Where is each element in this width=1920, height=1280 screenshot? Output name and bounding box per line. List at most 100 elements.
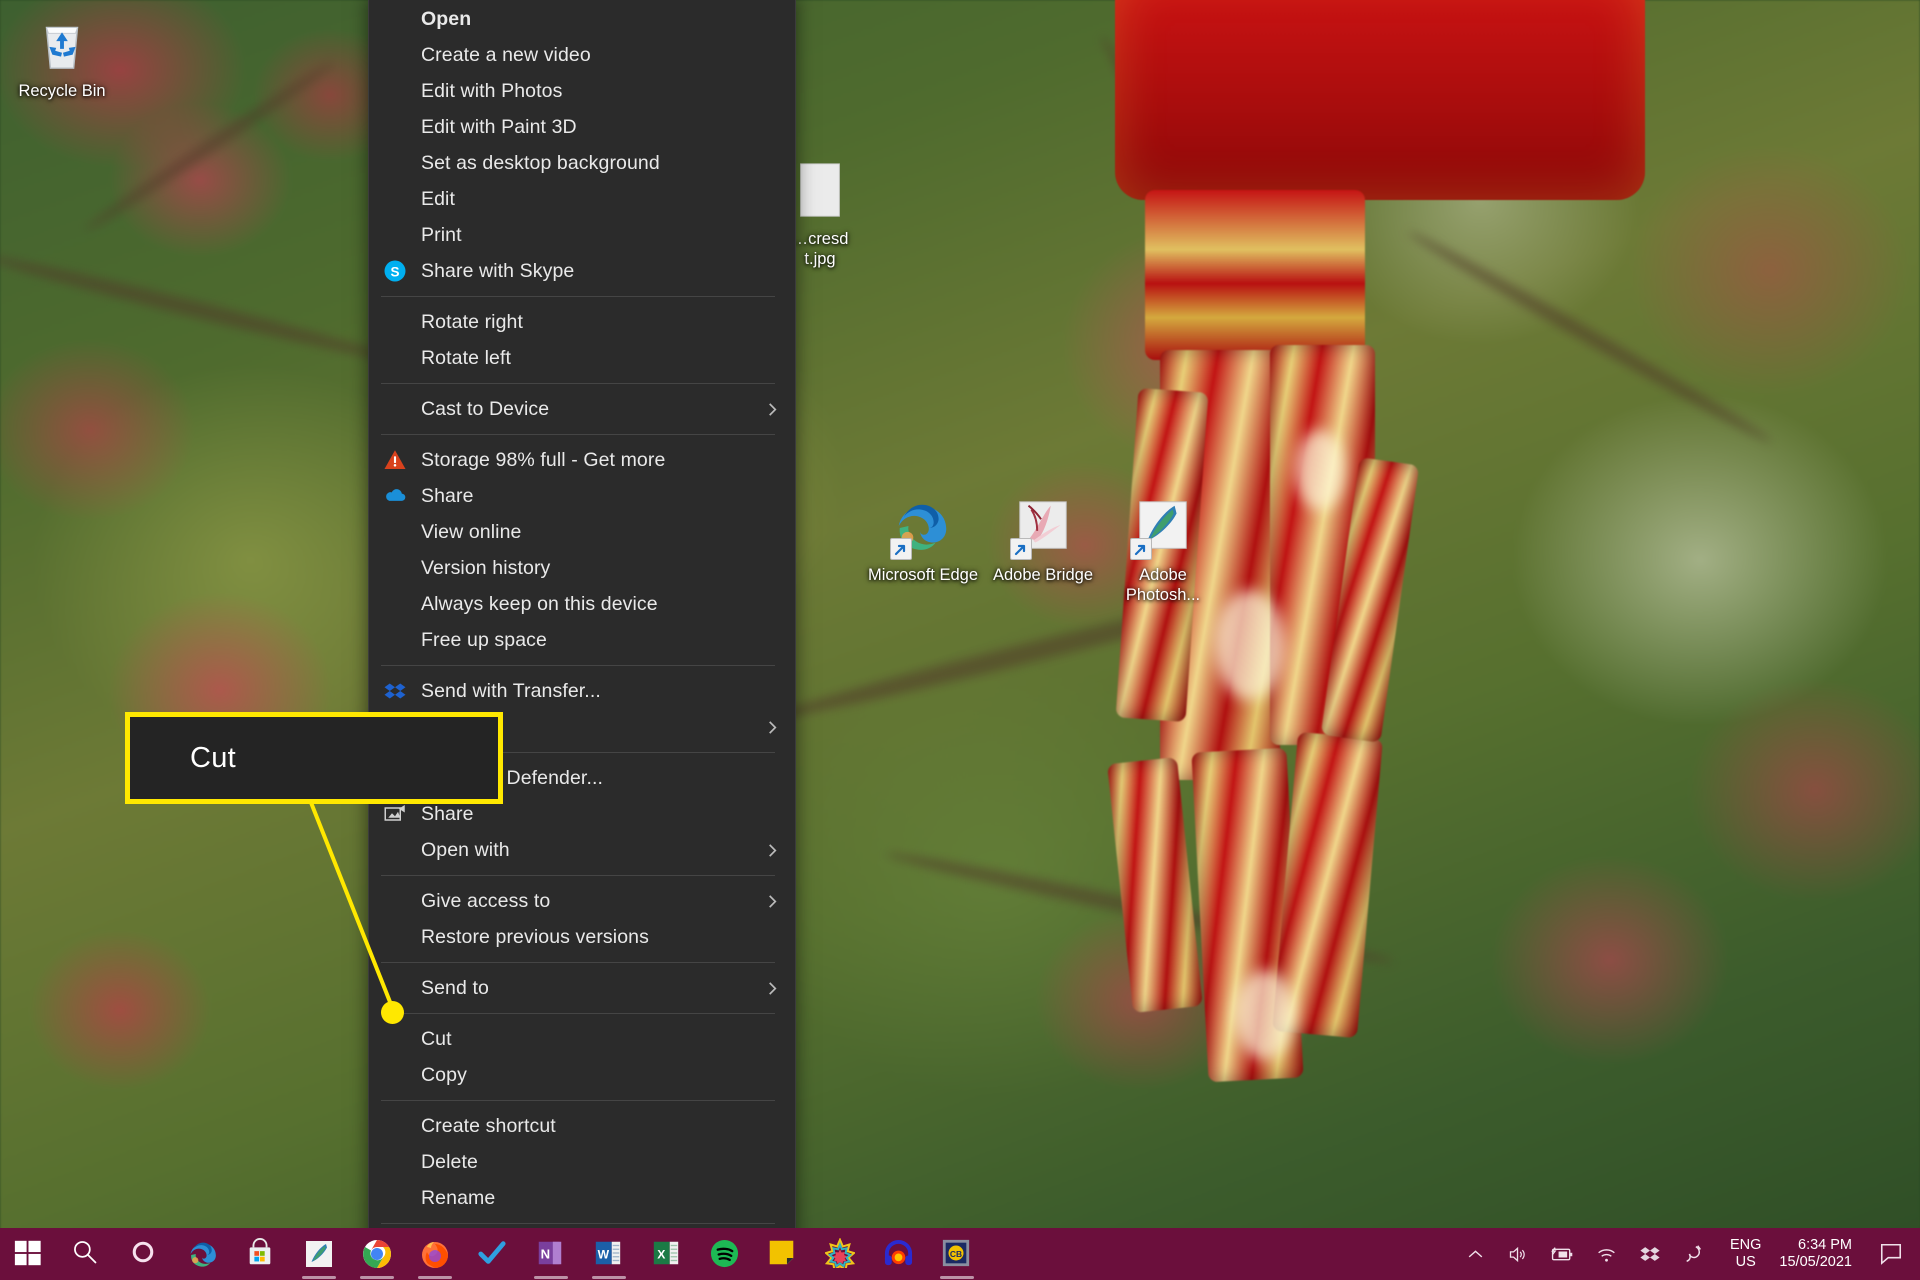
menu-item-send-to[interactable]: Send to: [369, 970, 795, 1006]
menu-item-label: Give access to: [421, 889, 551, 912]
menu-item-edit-with-paint-3d[interactable]: Edit with Paint 3D: [369, 109, 795, 145]
volume-button[interactable]: [1496, 1228, 1539, 1280]
menu-separator: [381, 296, 775, 297]
callout-label: Cut: [190, 741, 237, 774]
desktop-icon-label: Recycle Bin: [18, 82, 106, 100]
jpg-file-icon: [789, 160, 851, 222]
word-taskbar-button[interactable]: W: [580, 1228, 638, 1280]
headphones-app-taskbar-button[interactable]: [870, 1228, 928, 1280]
menu-item-version-history[interactable]: Version history: [369, 550, 795, 586]
menu-item-restore-previous-versions[interactable]: Restore previous versions: [369, 919, 795, 955]
pen-tray-button[interactable]: [1672, 1228, 1716, 1280]
menu-item-no-icon: [369, 38, 421, 72]
start-button[interactable]: [0, 1228, 58, 1280]
desktop-icon-label: Adobe Photosh...: [1125, 566, 1201, 604]
menu-item-label: Open: [421, 7, 472, 30]
menu-item-always-keep-on-this-device[interactable]: Always keep on this device: [369, 586, 795, 622]
edge-taskbar-button[interactable]: [174, 1228, 232, 1280]
menu-item-edit-with-photos[interactable]: Edit with Photos: [369, 73, 795, 109]
microsoft-edge-icon: [187, 1238, 220, 1271]
menu-item-share[interactable]: Share: [369, 478, 795, 514]
menu-item-cast-to-device[interactable]: Cast to Device: [369, 391, 795, 427]
taskbar[interactable]: N W X CB ENG US 6:34 PM 15/05/2021: [0, 1228, 1920, 1280]
menu-item-no-icon: [369, 1145, 421, 1179]
menu-item-no-icon: [369, 1109, 421, 1143]
menu-item-cut[interactable]: Cut: [369, 1021, 795, 1057]
menu-item-label: Edit with Paint 3D: [421, 115, 577, 138]
menu-item-label: Create shortcut: [421, 1114, 556, 1137]
shortcut-arrow-icon: [1010, 538, 1032, 560]
sticky-notes-taskbar-button[interactable]: [754, 1228, 812, 1280]
desktop-icon-adobe-photoshop[interactable]: Adobe Photosh...: [1103, 496, 1223, 605]
warning-icon: [369, 443, 421, 477]
menu-item-label: Copy: [421, 1063, 467, 1086]
menu-item-share-with-skype[interactable]: S Share with Skype: [369, 253, 795, 289]
menu-item-give-access-to[interactable]: Give access to: [369, 883, 795, 919]
clock[interactable]: 6:34 PM 15/05/2021: [1775, 1228, 1868, 1280]
menu-item-label: Always keep on this device: [421, 592, 658, 615]
microsoft-store-button[interactable]: [232, 1228, 290, 1280]
desktop-icon-microsoft-edge[interactable]: Microsoft Edge: [863, 496, 983, 585]
dropbox-tray-button[interactable]: [1628, 1228, 1672, 1280]
menu-item-no-icon: [369, 1058, 421, 1092]
firefox-taskbar-button[interactable]: [406, 1228, 464, 1280]
language-line-2: US: [1735, 1254, 1756, 1270]
network-button[interactable]: [1585, 1228, 1628, 1280]
callout-highlight-box: Cut: [125, 712, 503, 804]
file-context-menu[interactable]: Open Create a new video Edit with Photos Ed…: [368, 0, 796, 1277]
spotify-icon: [709, 1238, 742, 1271]
excel-taskbar-button[interactable]: X: [638, 1228, 696, 1280]
menu-item-set-as-desktop-background[interactable]: Set as desktop background: [369, 145, 795, 181]
star-app-taskbar-button[interactable]: [812, 1228, 870, 1280]
menu-item-copy[interactable]: Copy: [369, 1057, 795, 1093]
svg-text:N: N: [540, 1246, 549, 1261]
menu-item-view-online[interactable]: View online: [369, 514, 795, 550]
menu-item-open[interactable]: Open: [369, 1, 795, 37]
onenote-taskbar-button[interactable]: N: [522, 1228, 580, 1280]
menu-item-label: Delete: [421, 1150, 478, 1173]
language-indicator[interactable]: ENG US: [1716, 1228, 1775, 1280]
battery-button[interactable]: [1539, 1228, 1585, 1280]
menu-separator: [381, 434, 775, 435]
desktop-icon-label: Adobe Bridge: [993, 566, 1093, 584]
menu-item-print[interactable]: Print: [369, 217, 795, 253]
cortana-button[interactable]: [116, 1228, 174, 1280]
menu-separator: [381, 962, 775, 963]
menu-item-label: Edit with Photos: [421, 79, 563, 102]
menu-item-send-with-transfer[interactable]: Send with Transfer...: [369, 673, 795, 709]
menu-item-rotate-left[interactable]: Rotate left: [369, 340, 795, 376]
menu-item-no-icon: [369, 515, 421, 549]
photoshop-taskbar-button[interactable]: [290, 1228, 348, 1280]
menu-item-label: Rename: [421, 1186, 496, 1209]
action-center-button[interactable]: [1868, 1228, 1914, 1280]
svg-text:W: W: [597, 1247, 609, 1261]
menu-item-label: Share: [421, 802, 474, 825]
onedrive-icon: [369, 479, 421, 513]
desktop-icon-recycle-bin[interactable]: Recycle Bin: [2, 12, 122, 101]
menu-item-label: Rotate left: [421, 346, 511, 369]
menu-item-rename[interactable]: Rename: [369, 1180, 795, 1216]
menu-item-rotate-right[interactable]: Rotate right: [369, 304, 795, 340]
menu-item-storage-98-full-get-more[interactable]: Storage 98% full - Get more: [369, 442, 795, 478]
menu-item-edit[interactable]: Edit: [369, 181, 795, 217]
menu-item-label: Print: [421, 223, 462, 246]
spotify-taskbar-button[interactable]: [696, 1228, 754, 1280]
menu-item-free-up-space[interactable]: Free up space: [369, 622, 795, 658]
system-tray[interactable]: ENG US 6:34 PM 15/05/2021: [1455, 1228, 1920, 1280]
cb-app-taskbar-button[interactable]: CB: [928, 1228, 986, 1280]
menu-separator: [381, 665, 775, 666]
menu-item-create-shortcut[interactable]: Create shortcut: [369, 1108, 795, 1144]
menu-item-label: Create a new video: [421, 43, 591, 66]
menu-separator: [381, 1013, 775, 1014]
menu-item-open-with[interactable]: Open with: [369, 832, 795, 868]
search-button[interactable]: [58, 1228, 116, 1280]
menu-item-no-icon: [369, 392, 421, 426]
menu-item-create-a-new-video[interactable]: Create a new video: [369, 37, 795, 73]
firefox-icon: [419, 1238, 452, 1271]
menu-item-delete[interactable]: Delete: [369, 1144, 795, 1180]
desktop-icon-adobe-bridge[interactable]: Adobe Bridge: [983, 496, 1103, 585]
menu-item-no-icon: [369, 218, 421, 252]
show-hidden-icons-button[interactable]: [1455, 1228, 1496, 1280]
todoist-taskbar-button[interactable]: [464, 1228, 522, 1280]
chrome-taskbar-button[interactable]: [348, 1228, 406, 1280]
